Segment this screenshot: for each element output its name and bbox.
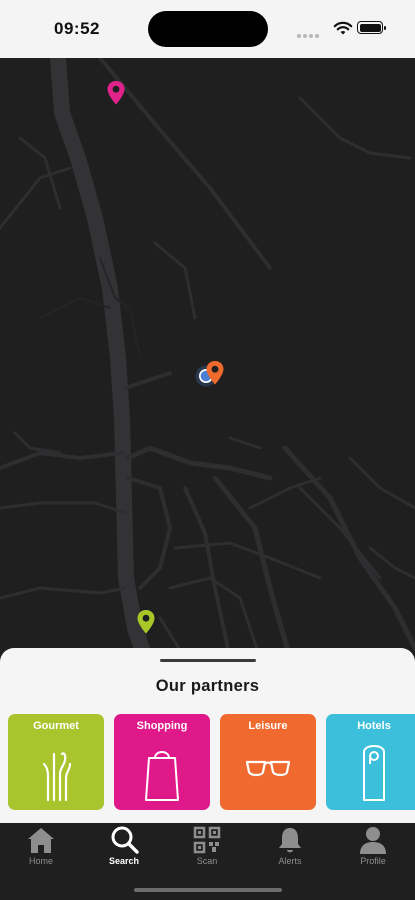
shopping-bag-icon	[145, 751, 179, 801]
category-label: Gourmet	[33, 720, 79, 732]
partner-pin-leisure[interactable]	[205, 360, 225, 386]
status-time: 09:52	[54, 19, 100, 38]
category-card-gourmet[interactable]: Gourmet	[8, 714, 104, 810]
glasses-icon	[245, 760, 291, 777]
partners-sheet: Our partners Gourmet Shopping Leisure Ho…	[0, 648, 415, 823]
tab-alerts[interactable]: Alerts	[260, 823, 320, 873]
search-icon	[111, 826, 139, 854]
category-label: Shopping	[136, 720, 188, 732]
tab-search[interactable]: Search	[94, 823, 154, 873]
home-icon	[28, 828, 54, 853]
profile-icon	[360, 827, 386, 854]
map-roads	[0, 58, 415, 658]
tab-label: Search	[108, 856, 140, 866]
door-hanger-icon	[363, 745, 385, 801]
dynamic-island	[148, 11, 268, 47]
cellular-signal-icon	[297, 25, 323, 38]
category-label: Hotels	[357, 720, 391, 732]
bell-icon	[279, 828, 301, 853]
cutlery-icon	[42, 752, 72, 802]
tab-label: Home	[28, 856, 53, 866]
sheet-grabber[interactable]	[160, 659, 256, 662]
category-card-hotels[interactable]: Hotels	[326, 714, 415, 810]
battery-icon	[357, 21, 386, 34]
sheet-title: Our partners	[155, 677, 260, 695]
status-bar: 09:52	[0, 0, 415, 58]
tab-label: Profile	[360, 856, 386, 866]
tab-home[interactable]: Home	[11, 823, 71, 873]
tab-label: Alerts	[278, 856, 302, 866]
home-indicator	[134, 888, 282, 892]
category-label: Leisure	[248, 720, 288, 732]
tab-profile[interactable]: Profile	[343, 823, 403, 873]
partner-pin-shopping[interactable]	[106, 80, 126, 106]
category-cards: Gourmet Shopping Leisure Hotels	[8, 714, 415, 810]
wifi-icon	[333, 21, 353, 35]
partner-pin-gourmet[interactable]	[136, 609, 156, 635]
map-view[interactable]	[0, 58, 415, 658]
category-card-shopping[interactable]: Shopping	[114, 714, 210, 810]
qr-code-icon	[193, 826, 221, 854]
tab-label: Scan	[196, 856, 218, 866]
tab-scan[interactable]: Scan	[177, 823, 237, 873]
category-card-leisure[interactable]: Leisure	[220, 714, 316, 810]
